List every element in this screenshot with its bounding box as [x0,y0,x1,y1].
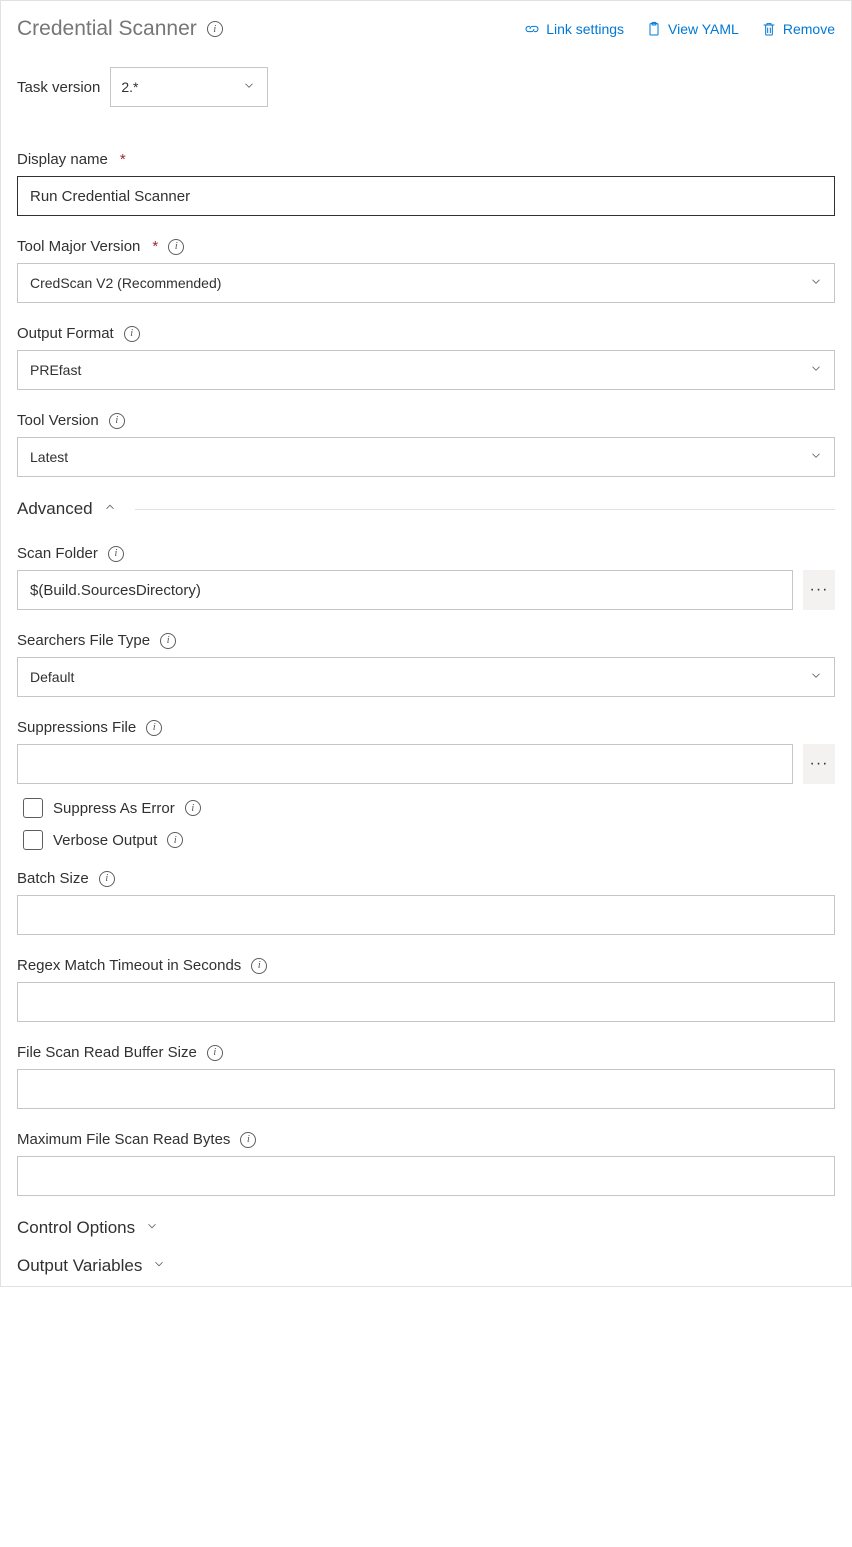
display-name-label: Display name [17,151,108,168]
tool-version-value: Latest [30,449,68,465]
tool-major-version-label: Tool Major Version [17,238,140,255]
info-icon[interactable]: i [207,21,223,37]
info-icon[interactable]: i [251,958,267,974]
file-buffer-input[interactable] [17,1069,835,1109]
batch-size-input[interactable] [17,895,835,935]
regex-timeout-label: Regex Match Timeout in Seconds [17,957,241,974]
divider [135,509,835,510]
output-format-value: PREfast [30,362,81,378]
link-icon [524,21,540,37]
info-icon[interactable]: i [240,1132,256,1148]
link-settings-button[interactable]: Link settings [524,21,624,37]
view-yaml-label: View YAML [668,21,739,37]
suppress-as-error-label: Suppress As Error [53,800,175,817]
link-settings-label: Link settings [546,21,624,37]
scan-folder-field: Scan Folder i ··· [17,545,835,610]
info-icon[interactable]: i [160,633,176,649]
view-yaml-button[interactable]: View YAML [646,21,739,37]
required-indicator: * [152,238,158,255]
scan-folder-browse-button[interactable]: ··· [803,570,835,610]
control-options-title: Control Options [17,1218,135,1238]
info-icon[interactable]: i [167,832,183,848]
max-read-bytes-field: Maximum File Scan Read Bytes i [17,1131,835,1196]
tool-major-version-value: CredScan V2 (Recommended) [30,275,221,291]
display-name-field: Display name * [17,151,835,216]
searchers-file-type-field: Searchers File Type i Default [17,632,835,697]
header-actions: Link settings View YAML Remove [524,21,835,37]
task-version-value: 2.* [121,79,138,95]
remove-button[interactable]: Remove [761,21,835,37]
info-icon[interactable]: i [109,413,125,429]
searchers-file-type-label: Searchers File Type [17,632,150,649]
suppressions-file-field: Suppressions File i ··· [17,719,835,784]
scan-folder-label: Scan Folder [17,545,98,562]
searchers-file-type-dropdown[interactable]: Default [17,657,835,697]
info-icon[interactable]: i [124,326,140,342]
suppressions-file-label: Suppressions File [17,719,136,736]
verbose-output-label: Verbose Output [53,832,157,849]
task-config-panel: Credential Scanner i Link settings View … [0,0,852,1287]
info-icon[interactable]: i [108,546,124,562]
panel-title: Credential Scanner [17,17,197,41]
regex-timeout-field: Regex Match Timeout in Seconds i [17,957,835,1022]
tool-version-field: Tool Version i Latest [17,412,835,477]
task-version-label: Task version [17,79,100,96]
suppress-as-error-checkbox[interactable] [23,798,43,818]
display-name-input[interactable] [17,176,835,216]
info-icon[interactable]: i [168,239,184,255]
clipboard-icon [646,21,662,37]
output-format-label: Output Format [17,325,114,342]
verbose-output-row: Verbose Output i [23,830,835,850]
batch-size-label: Batch Size [17,870,89,887]
regex-timeout-input[interactable] [17,982,835,1022]
advanced-section-header[interactable]: Advanced [17,499,835,519]
tool-major-version-field: Tool Major Version * i CredScan V2 (Recom… [17,238,835,303]
verbose-output-checkbox[interactable] [23,830,43,850]
tool-version-label: Tool Version [17,412,99,429]
control-options-section-header[interactable]: Control Options [17,1218,835,1238]
panel-header: Credential Scanner i Link settings View … [17,17,835,41]
advanced-title: Advanced [17,499,93,519]
trash-icon [761,21,777,37]
output-format-dropdown[interactable]: PREfast [17,350,835,390]
tool-version-dropdown[interactable]: Latest [17,437,835,477]
info-icon[interactable]: i [99,871,115,887]
required-indicator: * [120,151,126,168]
tool-major-version-dropdown[interactable]: CredScan V2 (Recommended) [17,263,835,303]
suppress-as-error-row: Suppress As Error i [23,798,835,818]
chevron-down-icon [152,1256,166,1276]
file-buffer-label: File Scan Read Buffer Size [17,1044,197,1061]
searchers-file-type-value: Default [30,669,74,685]
remove-label: Remove [783,21,835,37]
scan-folder-input[interactable] [17,570,793,610]
suppressions-file-browse-button[interactable]: ··· [803,744,835,784]
chevron-up-icon [103,499,117,519]
max-read-bytes-input[interactable] [17,1156,835,1196]
info-icon[interactable]: i [207,1045,223,1061]
chevron-down-icon [145,1218,159,1238]
info-icon[interactable]: i [185,800,201,816]
task-version-dropdown[interactable]: 2.* [110,67,268,107]
max-read-bytes-label: Maximum File Scan Read Bytes [17,1131,230,1148]
file-buffer-field: File Scan Read Buffer Size i [17,1044,835,1109]
batch-size-field: Batch Size i [17,870,835,935]
info-icon[interactable]: i [146,720,162,736]
task-version-row: Task version 2.* [17,67,835,107]
output-variables-section-header[interactable]: Output Variables [17,1256,835,1276]
suppressions-file-input[interactable] [17,744,793,784]
output-variables-title: Output Variables [17,1256,142,1276]
output-format-field: Output Format i PREfast [17,325,835,390]
